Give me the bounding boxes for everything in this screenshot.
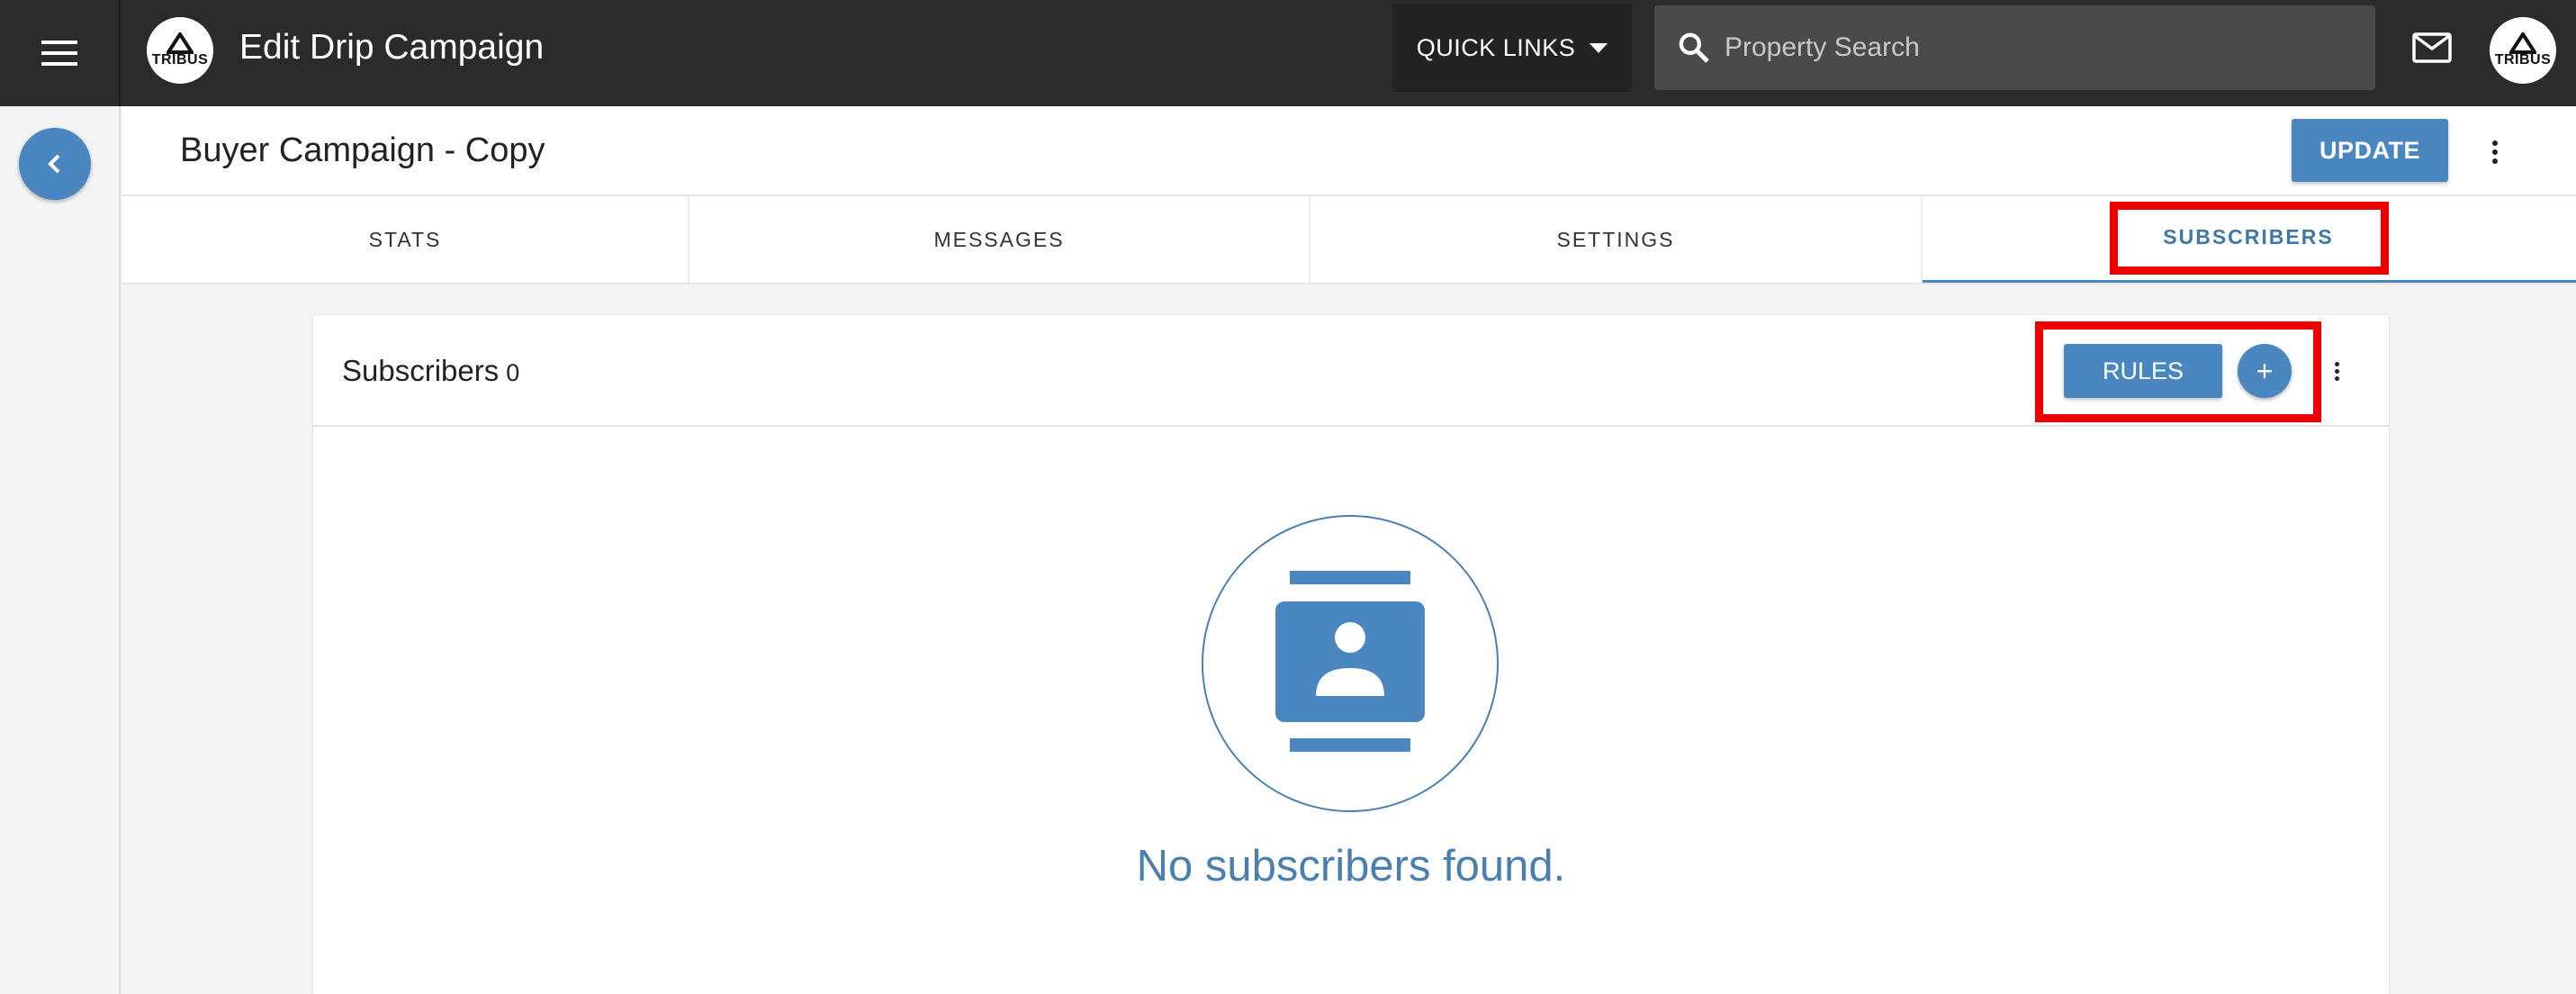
empty-state-message: No subscribers found.: [1136, 842, 1566, 890]
menu-icon: [41, 41, 77, 66]
tab-subscribers[interactable]: SUBSCRIBERS: [1923, 196, 2576, 283]
search-icon: [1679, 32, 1709, 63]
subscribers-card: Subscribers 0 RULES + No subscribers foun…: [313, 315, 2389, 994]
tab-messages[interactable]: MESSAGES: [689, 196, 1311, 283]
chevron-left-icon: [48, 154, 60, 174]
left-rail: [0, 106, 121, 994]
avatar-text: TRIBUS: [2494, 52, 2552, 68]
subscribers-title: Subscribers: [342, 354, 500, 387]
back-button[interactable]: [19, 128, 91, 200]
add-subscriber-button[interactable]: +: [2238, 344, 2292, 398]
card-header: Subscribers 0 RULES +: [313, 315, 2389, 427]
caret-down-icon: [1590, 42, 1608, 53]
app-logo[interactable]: TRIBUS: [147, 17, 213, 84]
tribus-mountain-icon: [167, 32, 194, 54]
logo-text: TRIBUS: [151, 52, 209, 68]
subscriber-count: 0: [506, 359, 520, 386]
search-input[interactable]: [1723, 32, 2338, 64]
tribus-mountain-icon: [2509, 32, 2536, 54]
user-avatar[interactable]: TRIBUS: [2490, 17, 2556, 84]
quick-links-dropdown[interactable]: QUICK LINKS: [1392, 4, 1632, 92]
mail-button[interactable]: [2407, 25, 2457, 70]
campaign-name: Buyer Campaign - Copy: [180, 131, 545, 169]
menu-button[interactable]: [0, 0, 121, 106]
page-title: Edit Drip Campaign: [239, 28, 545, 67]
tab-stats[interactable]: STATS: [122, 196, 689, 283]
mail-icon: [2412, 32, 2452, 63]
more-vertical-icon: [2334, 361, 2339, 366]
empty-state-illustration: [1202, 515, 1499, 812]
quick-links-label: QUICK LINKS: [1416, 33, 1576, 61]
rules-button[interactable]: RULES: [2064, 344, 2222, 398]
more-options-button[interactable]: [2481, 130, 2509, 175]
property-search[interactable]: [1654, 5, 2375, 90]
tab-bar: STATS MESSAGES SETTINGS SUBSCRIBERS: [122, 196, 2576, 285]
more-vertical-icon: [2492, 140, 2498, 146]
top-app-bar: TRIBUS Edit Drip Campaign QUICK LINKS TR…: [0, 0, 2576, 106]
campaign-header: Buyer Campaign - Copy UPDATE: [122, 106, 2576, 196]
tab-settings[interactable]: SETTINGS: [1311, 196, 1923, 283]
update-button[interactable]: UPDATE: [2292, 119, 2448, 182]
card-more-options-button[interactable]: [2326, 355, 2347, 387]
contact-card-icon: [1275, 571, 1425, 752]
tab-subscribers-label: SUBSCRIBERS: [2110, 202, 2389, 275]
card-title: Subscribers 0: [342, 315, 519, 429]
